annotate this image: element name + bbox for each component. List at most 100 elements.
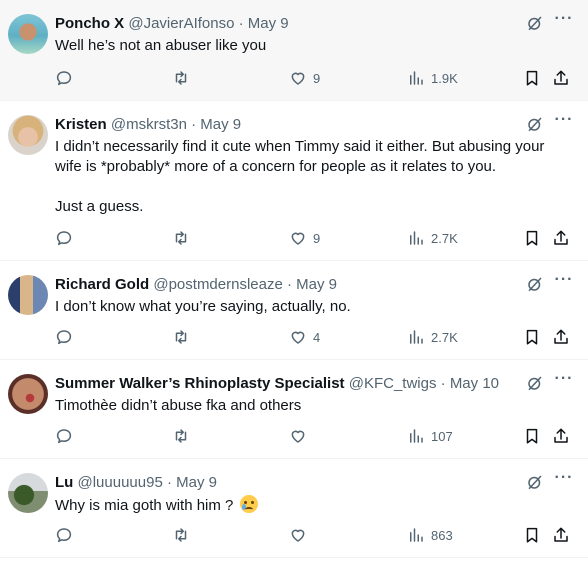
view-count: 2.7K [431,230,458,246]
avatar[interactable] [8,374,48,414]
view-count: 107 [431,428,453,444]
views-button[interactable]: 107 [407,426,453,446]
bookmark-button[interactable] [523,525,541,545]
view-count: 863 [431,527,453,543]
reply-button[interactable] [55,525,73,545]
action-bar: 4 2.7K [55,327,575,347]
bookmark-button[interactable] [523,426,541,446]
reply-feed: Poncho X @JavierAIfonso · May 9 ··· Well… [0,0,588,565]
more-icon[interactable]: ··· [554,11,574,32]
tweet[interactable]: Poncho X @JavierAIfonso · May 9 ··· Well… [0,0,588,101]
heart-icon [291,232,305,245]
retweet-button[interactable] [172,68,190,88]
bookmark-button[interactable] [523,228,541,248]
user-handle[interactable]: @KFC_twigs [349,375,437,392]
display-name[interactable]: Poncho X [55,15,124,32]
views-button[interactable]: 2.7K [407,228,458,248]
tweet-date[interactable]: May 9 [248,15,289,32]
like-button[interactable]: 4 [289,327,320,347]
retweet-button[interactable] [172,327,190,347]
reply-button[interactable] [55,327,73,347]
share-button[interactable] [552,68,570,88]
share-button[interactable] [552,327,570,347]
avatar[interactable] [8,275,48,315]
heart-icon [291,430,305,443]
user-handle[interactable]: @postmdernsleaze [153,276,282,293]
action-bar: 863 [55,525,575,545]
tweet-paragraph: Why is mia goth with him ? [55,495,570,516]
heart-icon [291,331,305,344]
tweet[interactable]: Kristen @mskrst3n · May 9 ··· I didn’t n… [0,101,588,261]
tweet-date[interactable]: May 9 [200,116,241,133]
retweet-button[interactable] [172,426,190,446]
views-button[interactable]: 1.9K [407,68,458,88]
views-button[interactable]: 2.7K [407,327,458,347]
reply-icon [56,330,72,345]
avatar[interactable] [8,473,48,513]
bookmark-icon [526,527,538,543]
action-bar: 107 [55,426,575,446]
like-button[interactable] [289,525,313,545]
tweet-text: Timothèe didn’t abuse fka and others [55,396,570,416]
tweet[interactable]: Summer Walker’s Rhinoplasty Specialist @… [0,360,588,459]
like-button[interactable] [289,426,313,446]
reply-button[interactable] [55,228,73,248]
views-button[interactable]: 863 [407,525,453,545]
retweet-button[interactable] [172,525,190,545]
display-name[interactable]: Lu [55,474,73,491]
crying-face-emoji-icon [239,495,258,513]
tweet[interactable]: Richard Gold @postmdernsleaze · May 9 ··… [0,261,588,360]
more-icon[interactable]: ··· [554,470,574,491]
views-icon [410,330,423,344]
action-bar: 9 2.7K [55,228,575,248]
reply-icon [56,231,72,246]
share-button[interactable] [552,426,570,446]
like-count: 9 [313,70,321,86]
tweet-date[interactable]: May 9 [296,276,337,293]
bookmark-icon [526,329,538,345]
heart-icon [291,72,305,85]
user-handle[interactable]: @mskrst3n [111,116,187,133]
more-icon[interactable]: ··· [554,112,574,133]
share-button[interactable] [552,525,570,545]
grok-icon[interactable] [526,374,544,392]
share-icon [554,527,568,542]
grok-icon[interactable] [526,115,544,133]
grok-icon[interactable] [526,473,544,491]
user-handle[interactable]: @JavierAIfonso [128,15,234,32]
share-button[interactable] [552,228,570,248]
display-name[interactable]: Kristen [55,116,107,133]
grok-icon[interactable] [526,14,544,32]
avatar[interactable] [8,14,48,54]
tweet-date[interactable]: May 9 [176,474,217,491]
tweet-text: Why is mia goth with him ? [55,495,570,516]
reply-button[interactable] [55,68,73,88]
share-icon [554,70,568,85]
views-icon [410,528,423,542]
share-icon [554,230,568,245]
display-name[interactable]: Summer Walker’s Rhinoplasty Specialist [55,375,345,392]
bookmark-button[interactable] [523,327,541,347]
user-handle[interactable]: @luuuuuu95 [78,474,163,491]
view-count: 2.7K [431,329,458,345]
reply-button[interactable] [55,426,73,446]
avatar[interactable] [8,115,48,155]
display-name[interactable]: Richard Gold [55,276,149,293]
tweet-paragraph: I don’t know what you’re saying, actuall… [55,298,351,315]
retweet-icon [175,71,187,85]
separator-dot: · [191,116,197,133]
more-icon[interactable]: ··· [554,371,574,392]
retweet-button[interactable] [172,228,190,248]
more-icon[interactable]: ··· [554,272,574,293]
reply-icon [56,528,72,543]
like-button[interactable]: 9 [289,68,320,88]
separator-dot: · [238,15,244,32]
tweet-date[interactable]: May 10 [450,375,499,392]
separator-dot: · [287,276,292,293]
action-bar: 9 1.9K [55,68,575,88]
grok-icon[interactable] [526,275,544,293]
bookmark-button[interactable] [523,68,541,88]
heart-icon [291,529,305,542]
tweet[interactable]: Lu @luuuuuu95 · May 9 ··· Why is mia got… [0,459,588,558]
like-button[interactable]: 9 [289,228,320,248]
